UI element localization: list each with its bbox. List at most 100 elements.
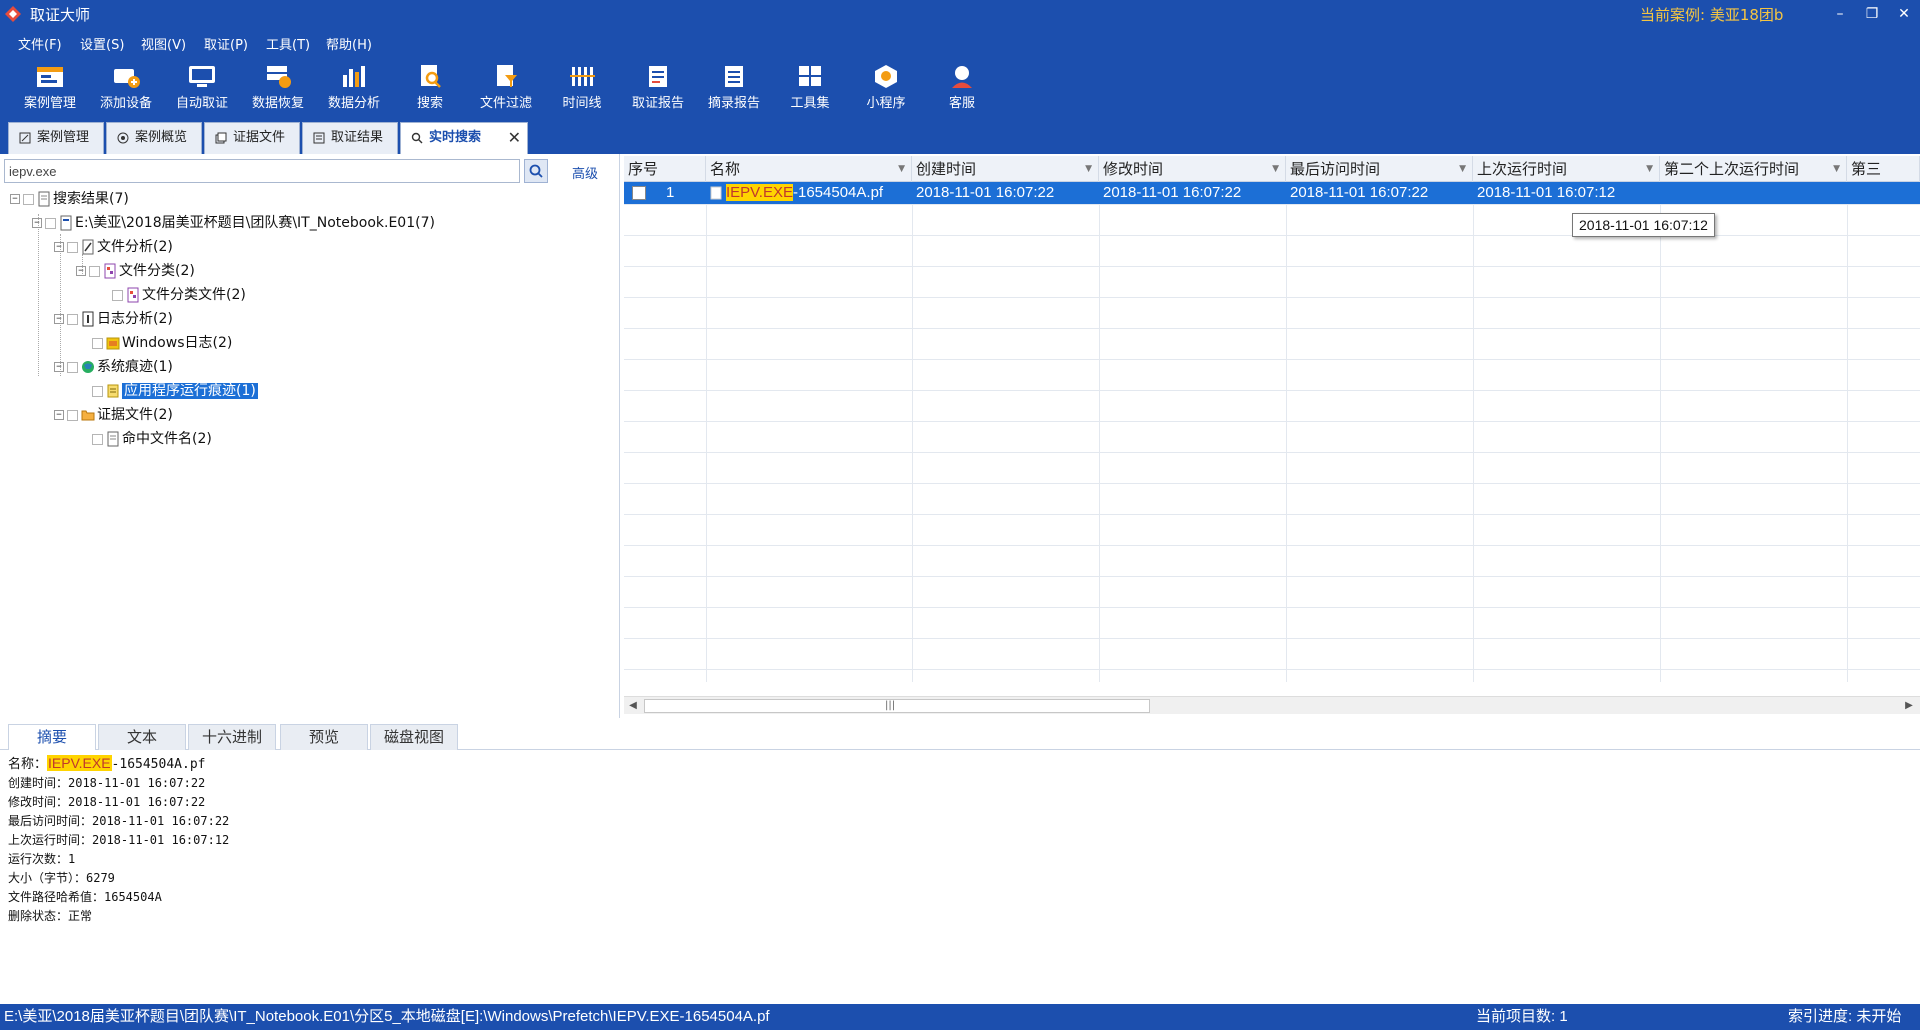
tree-node-evidence-files[interactable]: − 证据文件(2) <box>54 404 173 426</box>
tool-search[interactable]: 搜索 <box>392 60 468 116</box>
add-device-icon <box>114 69 140 88</box>
tab-strip: 案例管理 案例概览 证据文件 取证结果 实时搜索 ✕ <box>0 118 1920 154</box>
collapse-toggle-icon[interactable]: − <box>32 218 42 228</box>
tool-file-filter[interactable]: 文件过滤 <box>468 60 544 116</box>
tool-data-analysis[interactable]: 数据分析 <box>316 60 392 116</box>
tree-checkbox[interactable] <box>92 337 103 349</box>
filter-icon[interactable]: ▼ <box>1459 156 1466 182</box>
tool-add-device[interactable]: 添加设备 <box>88 60 164 116</box>
tab-summary[interactable]: 摘要 <box>8 724 96 750</box>
tree-checkbox[interactable] <box>67 409 78 421</box>
filter-icon[interactable]: ▼ <box>1085 156 1092 182</box>
close-tab-icon[interactable]: ✕ <box>508 123 521 153</box>
tool-data-recovery[interactable]: 数据恢复 <box>240 60 316 116</box>
close-window-button[interactable]: ✕ <box>1884 2 1920 26</box>
search-button[interactable] <box>524 159 548 183</box>
scroll-right-icon[interactable]: ▶ <box>1902 699 1916 713</box>
column-header-last-access[interactable]: 最后访问时间 ▼ <box>1286 156 1473 182</box>
tool-mini-program[interactable]: 小程序 <box>848 60 924 116</box>
search-input[interactable] <box>4 159 520 183</box>
tree-checkbox[interactable] <box>92 433 103 445</box>
document-icon <box>38 191 50 207</box>
filter-icon[interactable]: ▼ <box>1833 156 1840 182</box>
tree-checkbox[interactable] <box>67 361 78 373</box>
tab-realtime-search[interactable]: 实时搜索 ✕ <box>400 122 528 154</box>
menu-file[interactable]: 文件(F) <box>18 34 62 53</box>
tree-checkbox[interactable] <box>67 241 78 253</box>
tree-checkbox[interactable] <box>67 313 78 325</box>
tree-checkbox[interactable] <box>89 265 100 277</box>
document-icon <box>107 431 119 447</box>
tab-forensic-results[interactable]: 取证结果 <box>302 122 398 154</box>
collapse-toggle-icon[interactable]: − <box>54 242 64 252</box>
current-case-label: 当前案例: 美亚18团b <box>1640 6 1784 24</box>
tree-node-file-analysis[interactable]: − 文件分析(2) <box>54 236 173 258</box>
excerpt-report-icon <box>725 66 743 87</box>
tab-text[interactable]: 文本 <box>98 724 186 750</box>
column-header-index[interactable]: 序号 <box>624 156 706 182</box>
tree-node-system-traces[interactable]: − 系统痕迹(1) <box>54 356 173 378</box>
column-header-name[interactable]: 名称 ▼ <box>706 156 912 182</box>
tool-auto-forensics[interactable]: 自动取证 <box>164 60 240 116</box>
tree-node-evidence-image[interactable]: − E:\美亚\2018届美亚杯题目\团队赛\IT_Notebook.E01(7) <box>32 212 435 234</box>
collapse-toggle-icon[interactable]: − <box>54 410 64 420</box>
tool-customer-service[interactable]: 客服 <box>924 60 1000 116</box>
tree-node-file-classification[interactable]: − 文件分类(2) <box>76 260 195 282</box>
tree-node-windows-log[interactable]: Windows日志(2) <box>92 332 232 354</box>
horizontal-scrollbar[interactable]: ◀ ||| ▶ <box>624 696 1920 714</box>
tree-checkbox[interactable] <box>23 193 34 205</box>
tree-node-app-run-traces[interactable]: 应用程序运行痕迹(1) <box>92 380 258 402</box>
name-match-highlight: IEPV.EXE <box>726 184 793 201</box>
tool-excerpt-report[interactable]: 摘录报告 <box>696 60 772 116</box>
scrollbar-thumb[interactable]: ||| <box>644 699 1150 713</box>
menu-tools[interactable]: 工具(T) <box>266 34 310 53</box>
tab-preview[interactable]: 预览 <box>280 724 368 750</box>
windows-log-icon <box>106 337 120 350</box>
grip-icon: ||| <box>885 700 896 711</box>
column-header-modified[interactable]: 修改时间 ▼ <box>1099 156 1286 182</box>
tab-case-manage[interactable]: 案例管理 <box>8 122 104 154</box>
tree-checkbox[interactable] <box>45 217 56 229</box>
menu-settings[interactable]: 设置(S) <box>80 34 124 53</box>
collapse-toggle-icon[interactable]: − <box>76 266 86 276</box>
tool-toolset[interactable]: 工具集 <box>772 60 848 116</box>
cell-last-run: 2018-11-01 16:07:12 <box>1477 184 1616 201</box>
advanced-search-link[interactable]: 高级 <box>572 163 598 182</box>
column-header-created[interactable]: 创建时间 ▼ <box>912 156 1099 182</box>
menu-bar: 文件(F) 设置(S) 视图(V) 取证(P) 工具(T) 帮助(H) <box>0 28 1920 58</box>
grid-row-line <box>624 514 1920 515</box>
tab-evidence-files[interactable]: 证据文件 <box>204 122 300 154</box>
menu-forensics[interactable]: 取证(P) <box>204 34 248 53</box>
menu-help[interactable]: 帮助(H) <box>326 34 372 53</box>
status-path: E:\美亚\2018届美亚杯题目\团队赛\IT_Notebook.E01\分区5… <box>4 1008 770 1025</box>
files-icon <box>215 132 227 144</box>
collapse-toggle-icon[interactable]: − <box>54 314 64 324</box>
filter-icon[interactable]: ▼ <box>1272 156 1279 182</box>
filter-icon[interactable]: ▼ <box>898 156 905 182</box>
column-header-second-last-run[interactable]: 第二个上次运行时间 ▼ <box>1660 156 1847 182</box>
column-header-last-run[interactable]: 上次运行时间 ▼ <box>1473 156 1660 182</box>
toolset-icon <box>799 66 821 86</box>
column-header-third[interactable]: 第三 <box>1847 156 1920 182</box>
collapse-toggle-icon[interactable]: − <box>54 362 64 372</box>
table-row[interactable]: 1 IEPV.EXE-1654504A.pf 2018-11-01 16:07:… <box>624 182 1920 204</box>
menu-view[interactable]: 视图(V) <box>141 34 186 53</box>
summary-run-count: 运行次数：1 <box>8 852 76 866</box>
collapse-toggle-icon[interactable]: − <box>10 194 20 204</box>
tree-node-search-results[interactable]: − 搜索结果(7) <box>10 188 129 210</box>
tab-case-overview[interactable]: 案例概览 <box>106 122 202 154</box>
tool-case-manage[interactable]: 案例管理 <box>12 60 88 116</box>
grid-row-line <box>624 607 1920 608</box>
tree-node-classified-files[interactable]: 文件分类文件(2) <box>112 284 246 306</box>
tree-checkbox[interactable] <box>112 289 123 301</box>
filter-icon[interactable]: ▼ <box>1646 156 1653 182</box>
tool-forensic-report[interactable]: 取证报告 <box>620 60 696 116</box>
tab-disk-view[interactable]: 磁盘视图 <box>370 724 458 750</box>
tree-node-matched-filenames[interactable]: 命中文件名(2) <box>92 428 212 450</box>
tab-hex[interactable]: 十六进制 <box>188 724 276 750</box>
tool-timeline[interactable]: 时间线 <box>544 60 620 116</box>
tree-checkbox[interactable] <box>92 385 103 397</box>
tree-node-log-analysis[interactable]: − 日志分析(2) <box>54 308 173 330</box>
row-checkbox[interactable] <box>628 182 658 204</box>
scroll-left-icon[interactable]: ◀ <box>626 699 640 713</box>
